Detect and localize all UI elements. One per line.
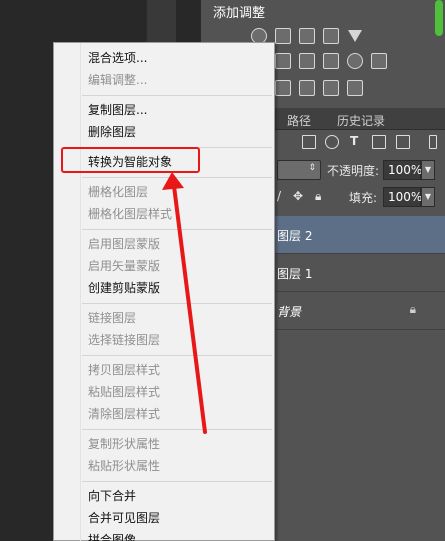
levels-icon[interactable]: [275, 28, 291, 44]
menu-item-delete-layer[interactable]: 删除图层: [54, 121, 274, 143]
shape-filter-icon[interactable]: [372, 135, 386, 149]
menu-item-enable-vector-mask[interactable]: 启用矢量蒙版: [54, 255, 274, 277]
lock-all-icon[interactable]: 🔒︎: [315, 189, 321, 204]
menu-item-copy-layer-style[interactable]: 拷贝图层样式: [54, 359, 274, 381]
lock-position-icon[interactable]: ✥: [293, 189, 303, 203]
menu-item-enable-layer-mask[interactable]: 启用图层蒙版: [54, 233, 274, 255]
menu-item-rasterize-layer-style[interactable]: 栅格化图层样式: [54, 203, 274, 225]
invert-icon[interactable]: [275, 80, 291, 96]
highlight-annotation: [61, 147, 200, 173]
posterize-icon[interactable]: [299, 80, 315, 96]
adjustments-title: 添加调整: [213, 6, 266, 21]
vibrance-icon[interactable]: [347, 28, 363, 44]
lock-icon: 🔒︎: [409, 302, 416, 316]
panel-scrollbar[interactable]: [435, 0, 443, 36]
menu-item-flatten-image[interactable]: 拼合图像: [54, 529, 274, 541]
menu-item-link-layers[interactable]: 链接图层: [54, 307, 274, 329]
filter-toggle-icon[interactable]: [429, 135, 437, 149]
hue-saturation-icon[interactable]: [275, 53, 291, 69]
menu-separator: [82, 429, 272, 430]
menu-item-create-clipping-mask[interactable]: 创建剪贴蒙版: [54, 277, 274, 299]
color-balance-icon[interactable]: [299, 53, 315, 69]
type-filter-icon[interactable]: T: [350, 134, 358, 148]
menu-item-select-linked-layers[interactable]: 选择链接图层: [54, 329, 274, 351]
exposure-icon[interactable]: [323, 28, 339, 44]
pixel-filter-icon[interactable]: [302, 135, 316, 149]
menu-item-merge-visible[interactable]: 合并可见图层: [54, 507, 274, 529]
menu-separator: [82, 303, 272, 304]
fill-label: 填充:: [349, 191, 378, 205]
curves-icon[interactable]: [299, 28, 315, 44]
fill-input[interactable]: 100%: [383, 187, 422, 207]
layer-context-menu: 混合选项... 编辑调整... 复制图层... 删除图层 转换为智能对象 栅格化…: [53, 42, 275, 541]
layer-name: 背景: [277, 305, 302, 319]
opacity-input[interactable]: 100%: [383, 160, 422, 180]
chevron-down-icon: ⇕: [308, 163, 316, 173]
photo-filter-icon[interactable]: [347, 53, 363, 69]
menu-separator: [82, 95, 272, 96]
smart-object-filter-icon[interactable]: [396, 135, 410, 149]
tab-paths[interactable]: 路径: [287, 112, 311, 129]
menu-item-duplicate-layer[interactable]: 复制图层...: [54, 99, 274, 121]
threshold-icon[interactable]: [323, 80, 339, 96]
channel-mixer-icon[interactable]: [371, 53, 387, 69]
layer-name: 图层 2: [277, 229, 313, 243]
adjustment-filter-icon[interactable]: [325, 135, 339, 149]
menu-item-paste-shape-attributes[interactable]: 粘贴形状属性: [54, 455, 274, 477]
menu-item-rasterize-layer[interactable]: 栅格化图层: [54, 181, 274, 203]
menu-item-clear-layer-style[interactable]: 清除图层样式: [54, 403, 274, 425]
fill-stepper[interactable]: ▼: [421, 187, 435, 207]
menu-item-edit-adjustment[interactable]: 编辑调整...: [54, 69, 274, 91]
menu-separator: [82, 481, 272, 482]
menu-item-merge-down[interactable]: 向下合并: [54, 485, 274, 507]
menu-separator: [82, 177, 272, 178]
blend-mode-select[interactable]: ⇕: [277, 160, 321, 180]
gradient-map-icon[interactable]: [347, 80, 363, 96]
tab-history[interactable]: 历史记录: [337, 112, 385, 129]
menu-separator: [82, 355, 272, 356]
menu-item-blending-options[interactable]: 混合选项...: [54, 47, 274, 69]
lock-paint-icon[interactable]: /: [277, 189, 281, 203]
menu-item-copy-shape-attributes[interactable]: 复制形状属性: [54, 433, 274, 455]
menu-separator: [82, 229, 272, 230]
layer-name: 图层 1: [277, 267, 313, 281]
opacity-stepper[interactable]: ▼: [421, 160, 435, 180]
menu-item-paste-layer-style[interactable]: 粘贴图层样式: [54, 381, 274, 403]
black-white-icon[interactable]: [323, 53, 339, 69]
opacity-label: 不透明度:: [327, 164, 380, 178]
